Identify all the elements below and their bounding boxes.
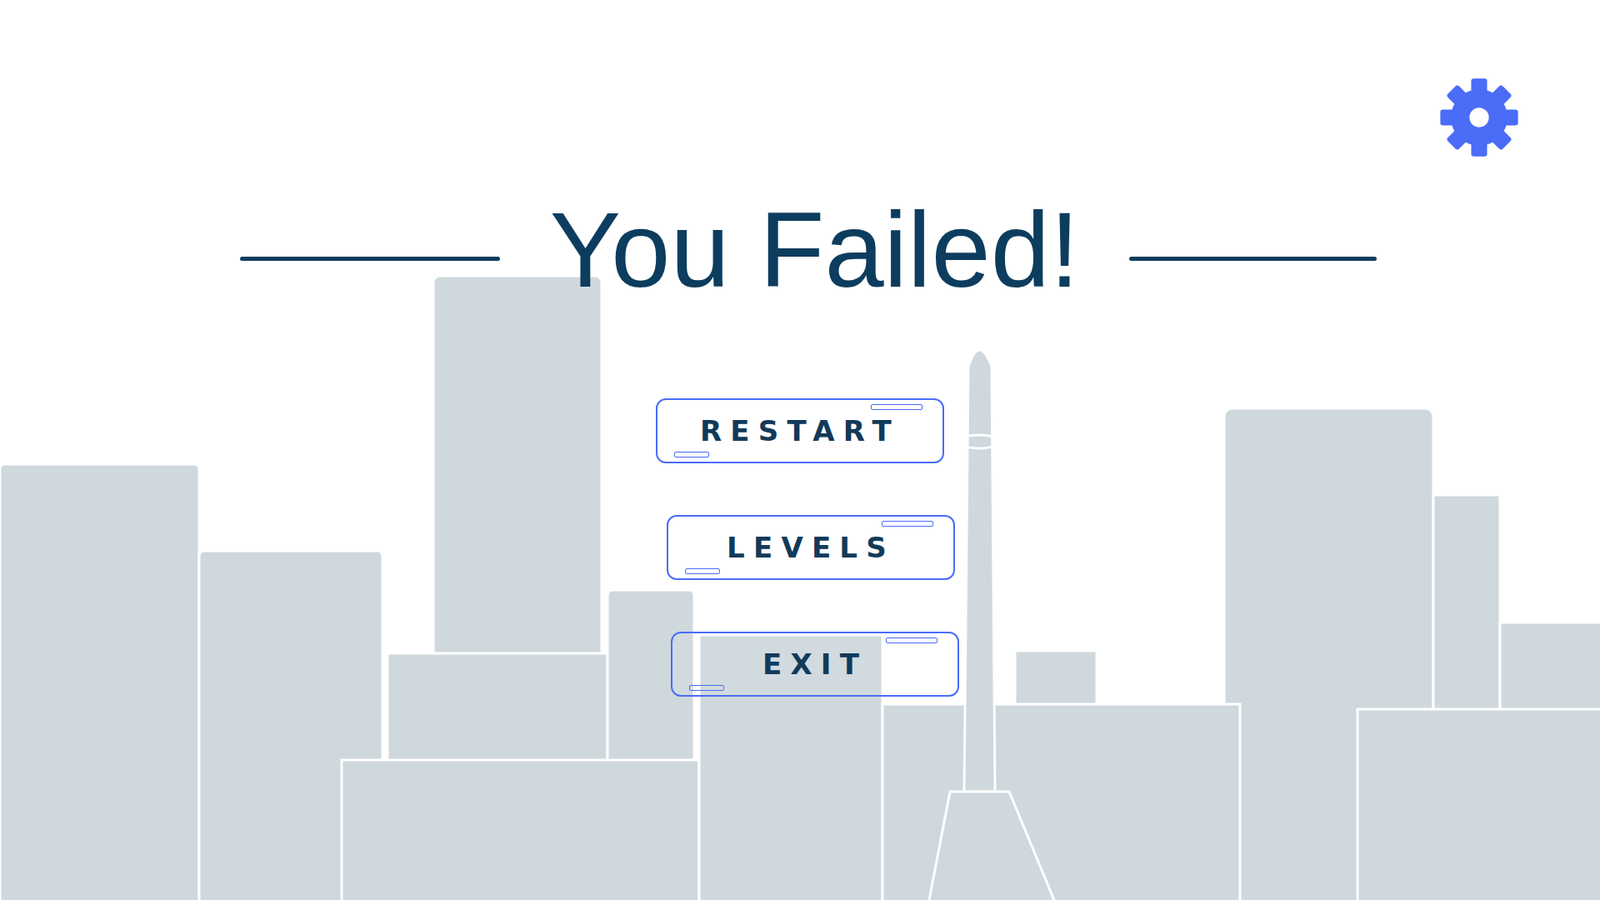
button-decoration xyxy=(685,568,720,575)
gear-icon xyxy=(1435,73,1524,162)
button-decoration xyxy=(674,451,710,458)
title-rule xyxy=(240,256,500,261)
menu-button[interactable]: RESTART xyxy=(655,398,945,464)
button-decoration xyxy=(870,404,923,410)
fail-menu: You Failed! RESTART LEVELS EXIT xyxy=(0,0,1600,697)
menu-buttons: RESTART LEVELS EXIT xyxy=(640,398,960,697)
fail-title: You Failed! xyxy=(550,185,1080,315)
button-label: EXIT xyxy=(762,647,868,681)
button-decoration xyxy=(689,685,725,691)
title-row: You Failed! xyxy=(240,185,1378,315)
menu-button[interactable]: LEVELS xyxy=(666,515,955,580)
button-decoration xyxy=(881,520,934,527)
title-rule xyxy=(1129,256,1377,261)
fail-screen: You Failed! RESTART LEVELS EXIT xyxy=(0,0,1600,900)
settings-button[interactable] xyxy=(1435,73,1524,162)
button-decoration xyxy=(885,637,938,644)
button-label: RESTART xyxy=(700,414,900,448)
menu-button[interactable]: EXIT xyxy=(670,631,960,697)
button-label: LEVELS xyxy=(726,530,895,565)
